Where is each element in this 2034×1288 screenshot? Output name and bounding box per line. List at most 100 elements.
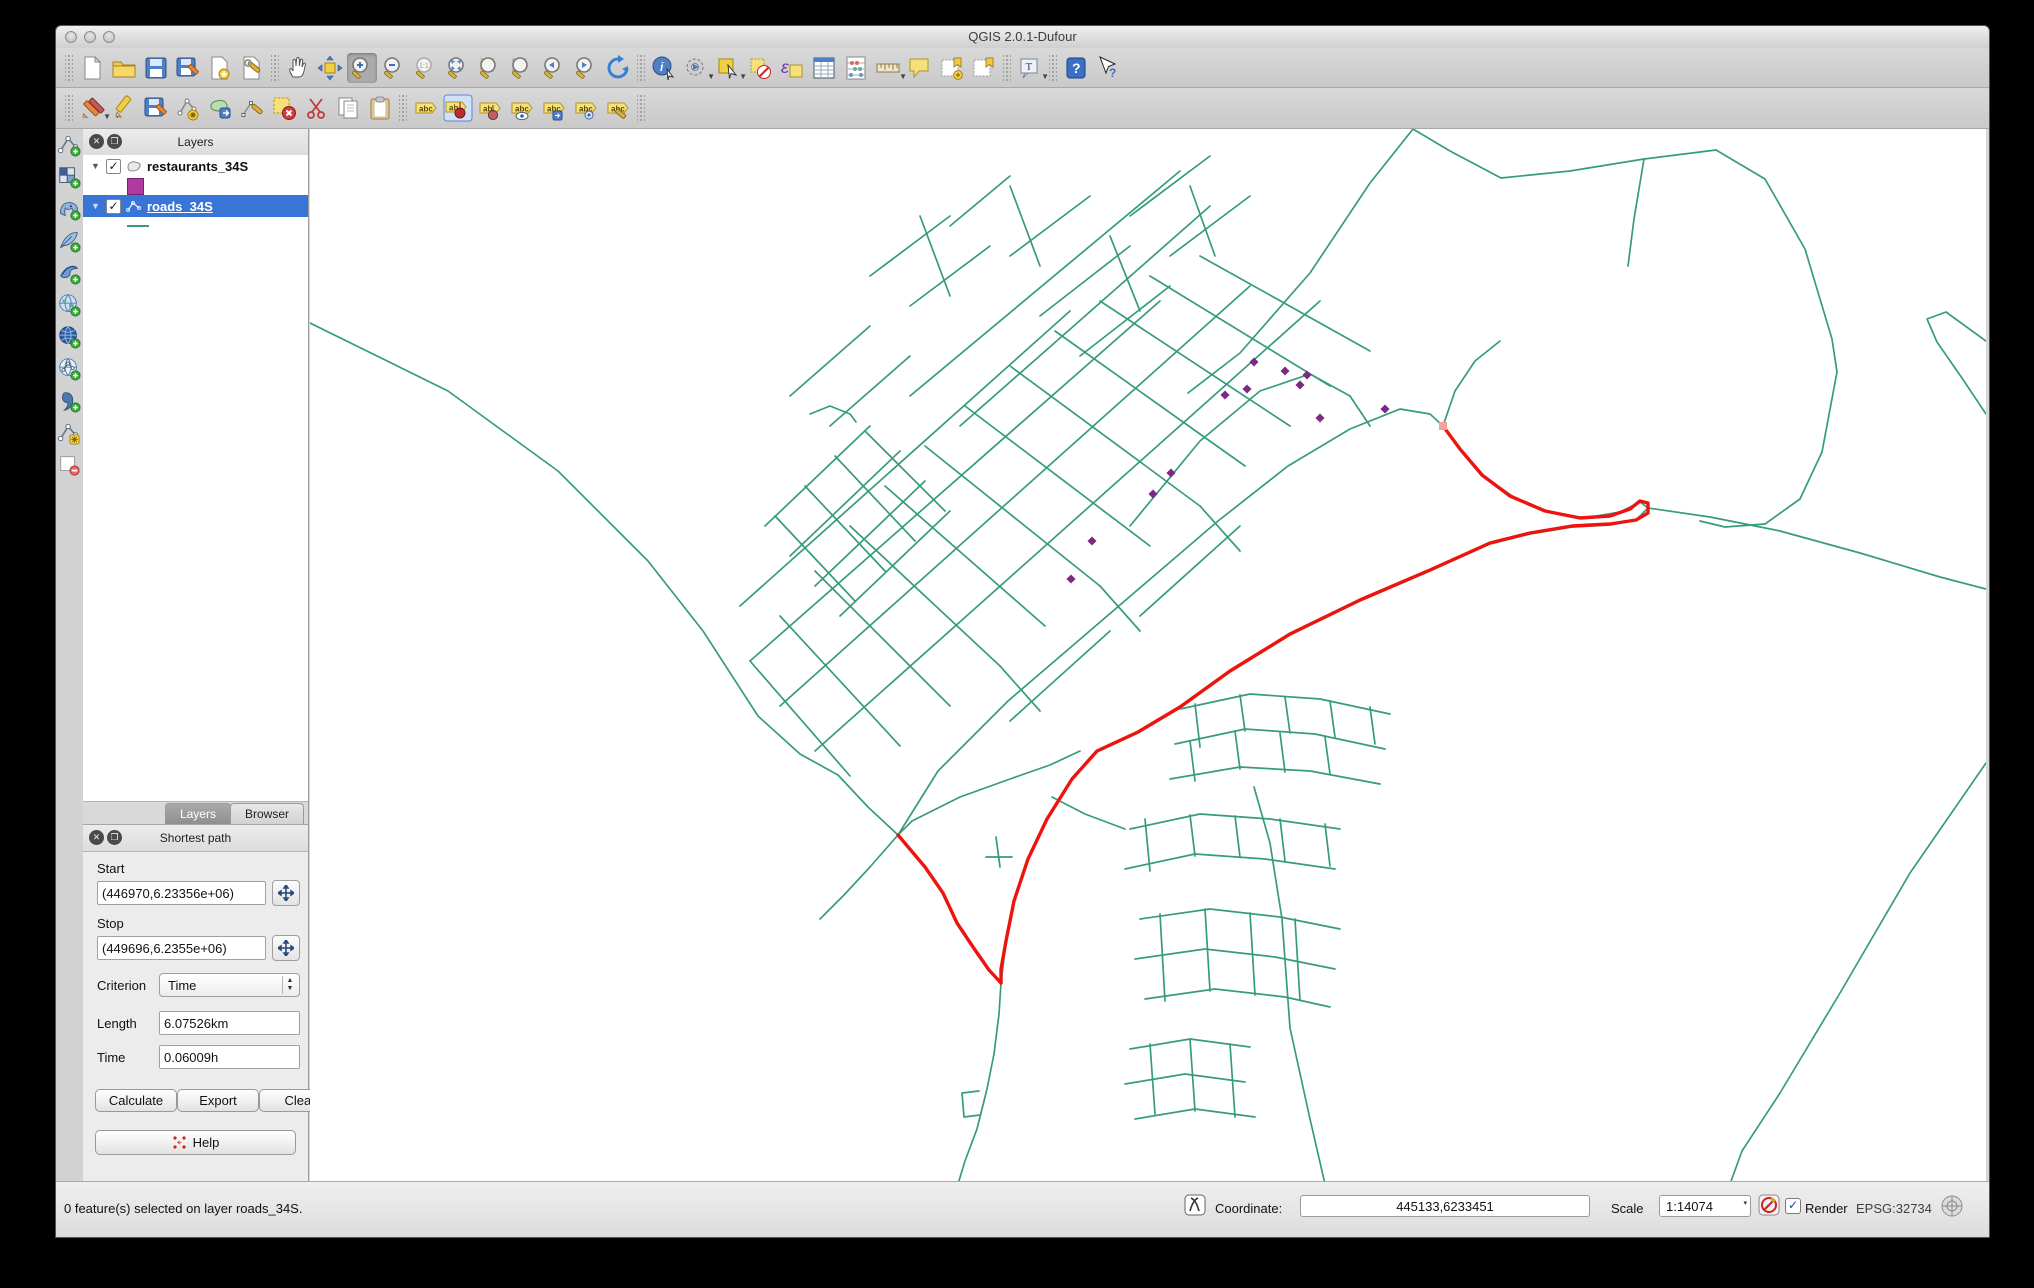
start-input[interactable]: (446970,6.23356e+06) <box>97 881 266 905</box>
capture-start-point-button[interactable] <box>272 880 300 906</box>
select-features-button[interactable]: ▼ <box>713 53 743 83</box>
toolbar-separator <box>65 95 73 121</box>
zoom-out-button[interactable] <box>379 53 409 83</box>
road-line <box>1150 276 1330 386</box>
add-raster-layer-button[interactable] <box>57 165 81 189</box>
pan-to-selection-button[interactable] <box>315 53 345 83</box>
new-composer-button[interactable] <box>205 53 235 83</box>
run-feature-action-button[interactable]: ▼ <box>681 53 711 83</box>
show-hide-labels-button[interactable]: abc <box>507 93 537 123</box>
select-by-expression-button[interactable]: ε <box>777 53 807 83</box>
deselect-features-button[interactable] <box>745 53 775 83</box>
dropdown-arrow-icon[interactable]: ▼ <box>1041 72 1049 81</box>
pan-map-button[interactable] <box>283 53 313 83</box>
road-line <box>898 751 1080 835</box>
title-bar[interactable]: QGIS 2.0.1-Dufour <box>56 26 1989 49</box>
measure-button[interactable]: ▼ <box>873 53 903 83</box>
calculate-button[interactable]: Calculate <box>95 1089 177 1112</box>
composer-manager-button[interactable] <box>237 53 267 83</box>
text-annotation-button[interactable]: T▼ <box>1015 53 1045 83</box>
map-canvas[interactable] <box>310 129 1986 1184</box>
layer-item-restaurants_34S[interactable]: ▼✓restaurants_34S <box>83 155 308 177</box>
disclosure-triangle-icon[interactable]: ▼ <box>91 201 101 211</box>
identify-button[interactable]: i <box>649 53 679 83</box>
disclosure-triangle-icon[interactable]: ▼ <box>91 161 101 171</box>
remove-layer-button[interactable] <box>57 453 81 477</box>
zoom-last-button[interactable] <box>539 53 569 83</box>
move-label-button[interactable]: ab <box>475 93 505 123</box>
copy-features-button[interactable] <box>333 93 363 123</box>
move-feature-button[interactable] <box>205 93 235 123</box>
road-line <box>740 311 1070 606</box>
zoom-to-layer-button[interactable] <box>507 53 537 83</box>
change-label-button[interactable]: abc <box>603 93 633 123</box>
new-project-button[interactable] <box>77 53 107 83</box>
rotate-label-button[interactable]: abc <box>571 93 601 123</box>
crs-projector-icon[interactable] <box>1940 1194 1964 1221</box>
map-tips-button[interactable] <box>905 53 935 83</box>
add-delimited-text-button[interactable] <box>57 389 81 413</box>
layer-visibility-checkbox[interactable]: ✓ <box>106 159 121 174</box>
stop-render-icon[interactable] <box>1758 1194 1780 1219</box>
save-project-as-button[interactable] <box>173 53 203 83</box>
crs-status: EPSG:32734 <box>1856 1201 1932 1216</box>
new-shapefile-layer-button[interactable] <box>57 421 81 445</box>
road-line <box>1000 666 1040 711</box>
road-line <box>1443 426 1648 518</box>
help-button[interactable]: ? <box>1061 53 1091 83</box>
current-edits-button[interactable]: ▼ <box>77 93 107 123</box>
field-calculator-button[interactable] <box>841 53 871 83</box>
road-line <box>850 526 1000 666</box>
open-project-button[interactable] <box>109 53 139 83</box>
refresh-button[interactable] <box>603 53 633 83</box>
new-bookmark-button[interactable] <box>937 53 967 83</box>
stop-input[interactable]: (449696,6.2355e+06) <box>97 936 266 960</box>
whats-this-button[interactable]: ? <box>1093 53 1123 83</box>
road-line <box>1280 819 1285 861</box>
layers-tree[interactable]: ▼✓restaurants_34S▼✓roads_34S <box>83 155 308 801</box>
add-vector-layer-button[interactable] <box>57 133 81 157</box>
coordinate-input[interactable]: 445133,6233451 <box>1300 1195 1590 1217</box>
add-postgis-layer-button[interactable] <box>57 197 81 221</box>
zoom-full-button[interactable] <box>443 53 473 83</box>
node-tool-button[interactable] <box>237 93 267 123</box>
zoom-next-button[interactable] <box>571 53 601 83</box>
capture-stop-point-button[interactable] <box>272 935 300 961</box>
save-layer-edits-button[interactable] <box>141 93 171 123</box>
mouse-position-icon[interactable] <box>1184 1194 1206 1219</box>
label-selected-button[interactable]: ab <box>443 93 473 123</box>
add-wfs-layer-button[interactable] <box>57 357 81 381</box>
labeling-button[interactable]: abc <box>411 93 441 123</box>
add-wms-layer-button[interactable] <box>57 325 81 349</box>
open-attribute-table-button[interactable] <box>809 53 839 83</box>
zoom-native-button[interactable]: 1:1 <box>411 53 441 83</box>
add-oracle-layer-button[interactable] <box>57 293 81 317</box>
panel-tab-layers[interactable]: Layers <box>165 803 231 824</box>
layer-visibility-checkbox[interactable]: ✓ <box>106 199 121 214</box>
layer-symbology-swatch <box>83 217 308 235</box>
paste-features-button[interactable] <box>365 93 395 123</box>
delete-selected-button[interactable] <box>269 93 299 123</box>
panel-tab-browser[interactable]: Browser <box>230 803 304 824</box>
render-checkbox[interactable]: ✓ <box>1785 1198 1801 1214</box>
restaurant-point <box>1087 536 1096 545</box>
export-button[interactable]: Export <box>177 1089 259 1112</box>
road-line <box>1125 1074 1245 1084</box>
save-project-button[interactable] <box>141 53 171 83</box>
cut-features-button[interactable] <box>301 93 331 123</box>
criterion-select[interactable]: Time ▲▼ <box>159 973 300 997</box>
add-mssql-layer-button[interactable] <box>57 261 81 285</box>
toggle-editing-button[interactable] <box>109 93 139 123</box>
scale-combo[interactable]: 1:14074 ▾ <box>1659 1195 1751 1217</box>
move-label-2-button[interactable]: abc <box>539 93 569 123</box>
map-render <box>310 129 1986 1184</box>
add-feature-button[interactable] <box>173 93 203 123</box>
show-bookmarks-button[interactable] <box>969 53 999 83</box>
help-button[interactable]: Help <box>95 1130 296 1155</box>
add-spatialite-layer-button[interactable] <box>57 229 81 253</box>
zoom-in-button[interactable] <box>347 53 377 83</box>
restaurant-point <box>1380 404 1389 413</box>
scale-dropdown-icon[interactable]: ▾ <box>1743 1199 1747 1207</box>
layer-item-roads_34S[interactable]: ▼✓roads_34S <box>83 195 308 217</box>
zoom-to-selection-button[interactable] <box>475 53 505 83</box>
